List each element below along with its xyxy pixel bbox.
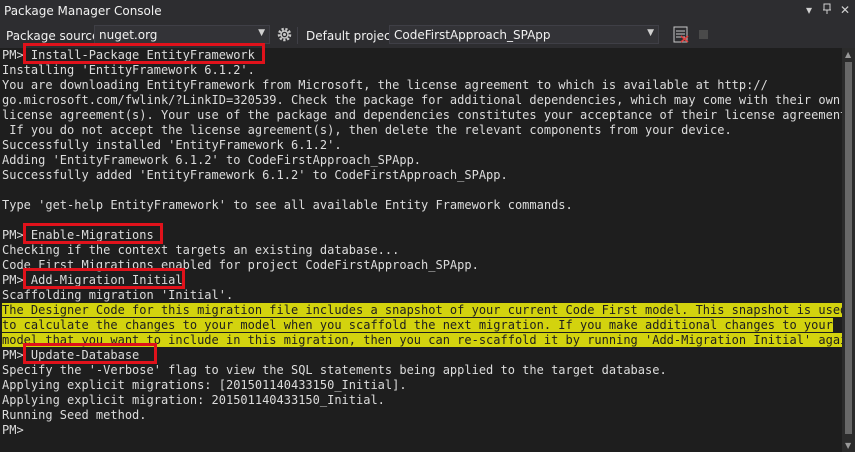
scrollbar-thumb[interactable] [845,62,852,434]
console-line: Running Seed method. [2,408,147,422]
highlighted-text: The Designer Code for this migration fil… [2,303,848,317]
vertical-scrollbar[interactable]: ▲ ▼ [842,48,855,452]
scroll-down-icon[interactable]: ▼ [845,441,851,450]
console-line: Scaffolding migration 'Initial'. [2,288,234,302]
window-menu-icon[interactable]: ▾ [806,3,812,17]
console-line: If you do not accept the license agreeme… [2,123,732,137]
console-output[interactable]: PM> Install-Package EntityFramework Inst… [0,43,855,452]
annotation-box-update-database [23,343,157,364]
title-bar: Package Manager Console ▾ ✕ [0,0,855,23]
console-line: license agreement(s). Your use of the pa… [2,108,855,122]
chevron-down-icon: ▼ [258,28,265,38]
annotation-box-add-migration [23,268,185,289]
console-prompt[interactable]: PM> [2,423,24,438]
console-line: Applying explicit migration: 20150114043… [2,393,385,407]
package-source-value: nuget.org [99,28,158,42]
console-line: Successfully installed 'EntityFramework … [2,138,342,152]
console-line: Applying explicit migrations: [201501140… [2,378,407,392]
console-line: Type 'get-help EntityFramework' to see a… [2,198,573,212]
console-line-highlighted: The Designer Code for this migration fil… [2,303,848,318]
console-line: You are downloading EntityFramework from… [2,78,768,92]
window-title: Package Manager Console [4,4,162,18]
console-line: Checking if the context targets an exist… [2,243,400,257]
pin-icon[interactable] [822,3,832,18]
console-line-highlighted: to calculate the changes to your model w… [2,318,833,333]
gear-icon[interactable] [276,26,293,46]
annotation-box-enable-migrations [23,223,163,244]
clear-console-icon[interactable] [673,26,689,46]
close-icon[interactable]: ✕ [840,3,850,17]
package-source-dropdown[interactable]: nuget.org ▼ [94,25,270,44]
console-line: Adding 'EntityFramework 6.1.2' to CodeFi… [2,153,422,167]
chevron-down-icon: ▼ [647,28,654,38]
console-line: Installing 'EntityFramework 6.1.2'. [2,63,255,77]
scroll-up-icon[interactable]: ▲ [845,50,851,59]
console-line: go.microsoft.com/fwlink/?LinkID=320539. … [2,93,841,107]
annotation-box-install-package [23,43,265,64]
package-source-label: Package source: [6,29,104,43]
console-line: Specify the '-Verbose' flag to view the … [2,363,667,377]
console-line: Successfully added 'EntityFramework 6.1.… [2,168,508,182]
toolbar-separator [297,27,298,44]
default-project-value: CodeFirstApproach_SPApp [394,28,551,42]
default-project-dropdown[interactable]: CodeFirstApproach_SPApp ▼ [389,25,659,44]
highlighted-text: to calculate the changes to your model w… [2,318,833,332]
default-project-label: Default project: [306,29,400,43]
stop-icon[interactable] [699,30,708,39]
